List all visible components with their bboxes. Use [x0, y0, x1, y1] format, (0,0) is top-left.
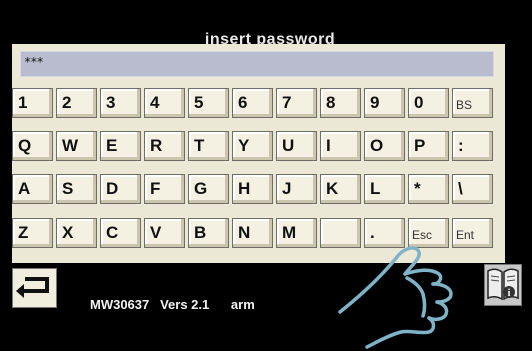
key-x[interactable]: X: [56, 218, 97, 248]
key-colon[interactable]: :: [452, 131, 493, 161]
key-r[interactable]: R: [144, 131, 185, 161]
key-z[interactable]: Z: [12, 218, 53, 248]
key-4[interactable]: 4: [144, 88, 185, 118]
key-row-3: A S D F G H J K L * \: [12, 174, 496, 204]
key-i[interactable]: I: [320, 131, 361, 161]
back-arrow-icon: [16, 277, 49, 298]
key-row-1: 1 2 3 4 5 6 7 8 9 0 BS: [12, 88, 496, 118]
key-backslash[interactable]: \: [452, 174, 493, 204]
key-s[interactable]: S: [56, 174, 97, 204]
key-a[interactable]: A: [12, 174, 53, 204]
model-number: MW30637: [90, 297, 150, 312]
key-t[interactable]: T: [188, 131, 229, 161]
key-c[interactable]: C: [100, 218, 141, 248]
version-text: Vers 2.1: [160, 297, 210, 312]
key-k[interactable]: K: [320, 174, 361, 204]
key-w[interactable]: W: [56, 131, 97, 161]
key-6[interactable]: 6: [232, 88, 273, 118]
key-1[interactable]: 1: [12, 88, 53, 118]
key-n[interactable]: N: [232, 218, 273, 248]
key-g[interactable]: G: [188, 174, 229, 204]
back-button[interactable]: [12, 268, 57, 308]
key-q[interactable]: Q: [12, 131, 53, 161]
password-value: ***: [24, 55, 44, 69]
key-f[interactable]: F: [144, 174, 185, 204]
key-h[interactable]: H: [232, 174, 273, 204]
key-p[interactable]: P: [408, 131, 449, 161]
backspace-key[interactable]: BS: [452, 88, 493, 118]
key-u[interactable]: U: [276, 131, 317, 161]
key-y[interactable]: Y: [232, 131, 273, 161]
key-d[interactable]: D: [100, 174, 141, 204]
key-2[interactable]: 2: [56, 88, 97, 118]
key-l[interactable]: L: [364, 174, 405, 204]
key-o[interactable]: O: [364, 131, 405, 161]
dialog-title: insert password: [204, 31, 336, 44]
key-5[interactable]: 5: [188, 88, 229, 118]
key-0[interactable]: 0: [408, 88, 449, 118]
password-field[interactable]: ***: [20, 51, 494, 77]
key-3[interactable]: 3: [100, 88, 141, 118]
key-m[interactable]: M: [276, 218, 317, 248]
key-v[interactable]: V: [144, 218, 185, 248]
pointing-hand-icon: [338, 246, 453, 349]
key-e[interactable]: E: [100, 131, 141, 161]
key-j[interactable]: J: [276, 174, 317, 204]
platform-text: arm: [230, 297, 255, 312]
key-9[interactable]: 9: [364, 88, 405, 118]
key-8[interactable]: 8: [320, 88, 361, 118]
key-row-2: Q W E R T Y U I O P :: [12, 131, 496, 161]
key-7[interactable]: 7: [276, 88, 317, 118]
key-asterisk[interactable]: *: [408, 174, 449, 204]
key-b[interactable]: B: [188, 218, 229, 248]
